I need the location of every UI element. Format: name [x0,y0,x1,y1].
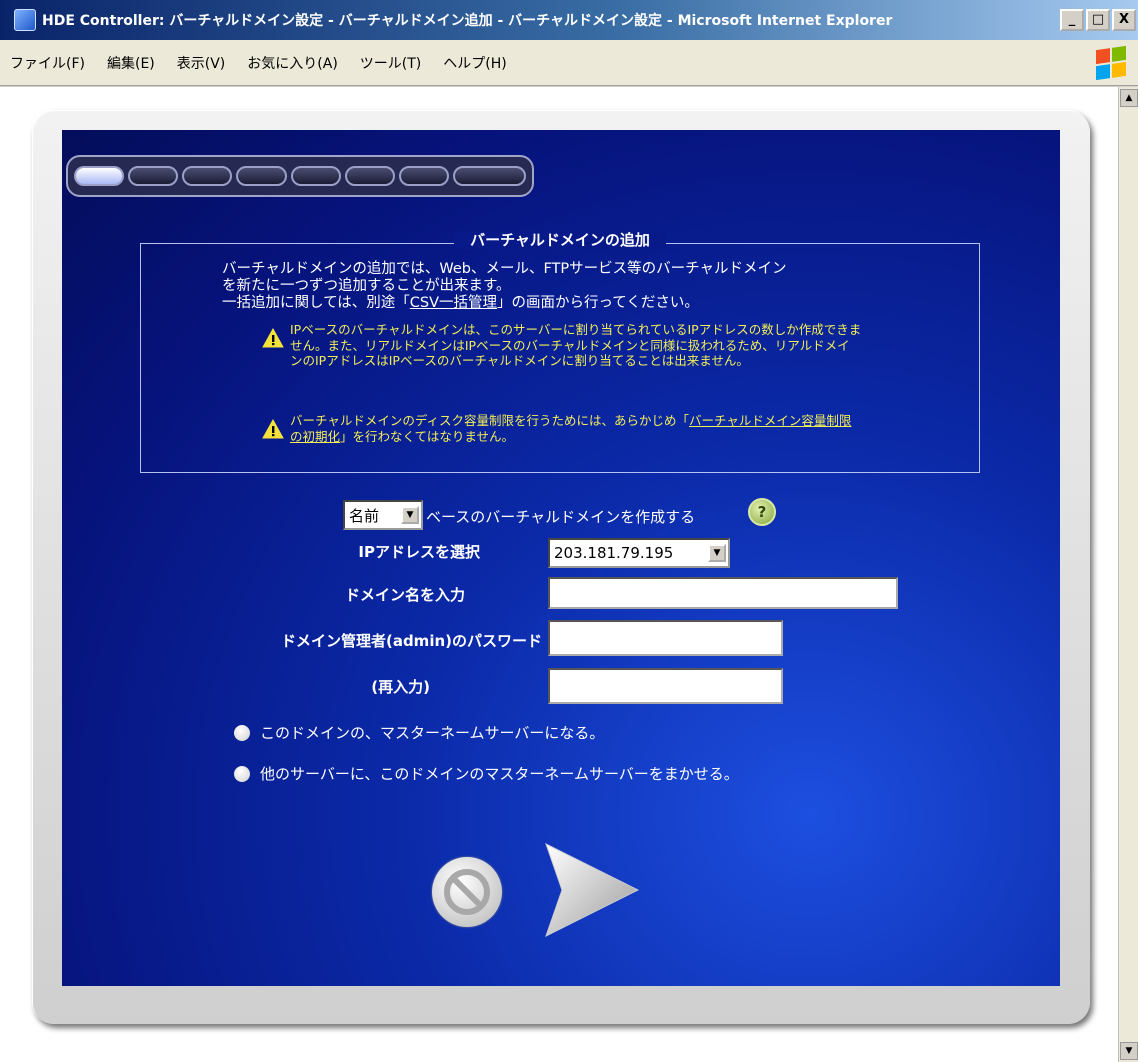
close-button[interactable]: X [1112,9,1136,31]
chevron-down-icon[interactable]: ▼ [401,506,419,524]
radio-master-nameserver[interactable]: このドメインの、マスターネームサーバーになる。 [234,722,604,743]
window-title-bar: HDE Controller: バーチャルドメイン設定 - バーチャルドメイン追… [0,0,1138,40]
progress-steps [66,155,534,197]
windows-logo-icon [1096,45,1126,81]
menu-edit[interactable]: 編集(E) [107,53,155,73]
menu-bar: ファイル(F) 編集(E) 表示(V) お気に入り(A) ツール(T) ヘルプ(… [0,40,1138,86]
ie-icon [14,9,36,31]
minimize-button[interactable]: _ [1060,9,1084,31]
warning-icon [262,419,284,439]
step-indicator-2 [128,166,179,186]
step-indicator-5 [290,166,341,186]
warning-disk-quota: バーチャルドメインのディスク容量制限を行うためには、あらかじめ「バーチャルドメイ… [262,413,862,444]
radio-delegate-nameserver[interactable]: 他のサーバーに、このドメインのマスターネームサーバーをまかせる。 [234,763,739,784]
base-type-select[interactable]: 名前 ▼ [343,500,423,530]
window-title: HDE Controller: バーチャルドメイン設定 - バーチャルドメイン追… [42,13,893,29]
step-indicator-7 [398,166,449,186]
step-indicator-3 [182,166,233,186]
warning-icon [262,328,284,348]
menu-help[interactable]: ヘルプ(H) [443,53,506,73]
menu-file[interactable]: ファイル(F) [10,53,85,73]
radio-master-label: このドメインの、マスターネームサーバーになる。 [260,724,605,742]
csv-bulk-link[interactable]: CSV一括管理 [410,295,497,311]
ip-address-value: 203.181.79.195 [554,544,674,562]
info-line-2: を新たに一つずつ追加することが出来ます。 [222,278,511,294]
info-title: バーチャルドメインの追加 [345,229,775,250]
password-reenter-label: (再入力) [371,678,430,696]
menu-view[interactable]: 表示(V) [177,53,226,73]
radio-button-icon[interactable] [234,765,250,782]
warning-ip-base: IPベースのバーチャルドメインは、このサーバーに割り当てられているIPアドレスの… [262,322,862,369]
password-label: ドメイン管理者(admin)のパスワード [280,632,542,650]
chevron-down-icon[interactable]: ▼ [708,544,726,562]
next-arrow-icon [545,843,640,937]
cancel-button[interactable] [432,857,502,927]
info-description: バーチャルドメインの追加では、Web、メール、FTPサービス等のバーチャルドメイ… [222,261,922,312]
step-indicator-8 [452,166,527,186]
step-indicator-6 [344,166,395,186]
info-line-1: バーチャルドメインの追加では、Web、メール、FTPサービス等のバーチャルドメイ… [222,261,787,277]
step-indicator-4 [236,166,287,186]
base-type-value: 名前 [349,506,380,525]
menu-tools[interactable]: ツール(T) [360,53,421,73]
ip-address-label: IPアドレスを選択 [358,543,480,561]
base-type-suffix: ベースのバーチャルドメインを作成する [426,508,696,526]
radio-button-icon[interactable] [234,724,250,741]
menu-favorites[interactable]: お気に入り(A) [247,53,338,73]
info-line-3: 一括追加に関しては、別途「CSV一括管理」の画面から行ってください。 [222,295,699,311]
help-icon[interactable]: ? [748,498,776,526]
cancel-icon [444,869,490,915]
scroll-down-icon[interactable]: ▼ [1120,1042,1138,1060]
password-input[interactable] [548,620,783,656]
radio-delegate-label: 他のサーバーに、このドメインのマスターネームサーバーをまかせる。 [260,765,739,783]
vertical-scrollbar[interactable]: ▲ ▼ [1118,87,1138,1062]
ip-address-select[interactable]: 203.181.79.195 ▼ [548,538,730,568]
password-reenter-input[interactable] [548,668,783,704]
maximize-button[interactable]: □ [1086,9,1110,31]
next-button[interactable] [540,840,640,940]
step-indicator-1 [74,166,125,186]
domain-name-input[interactable] [548,577,898,609]
domain-name-label: ドメイン名を入力 [344,586,465,604]
scroll-up-icon[interactable]: ▲ [1120,89,1138,107]
